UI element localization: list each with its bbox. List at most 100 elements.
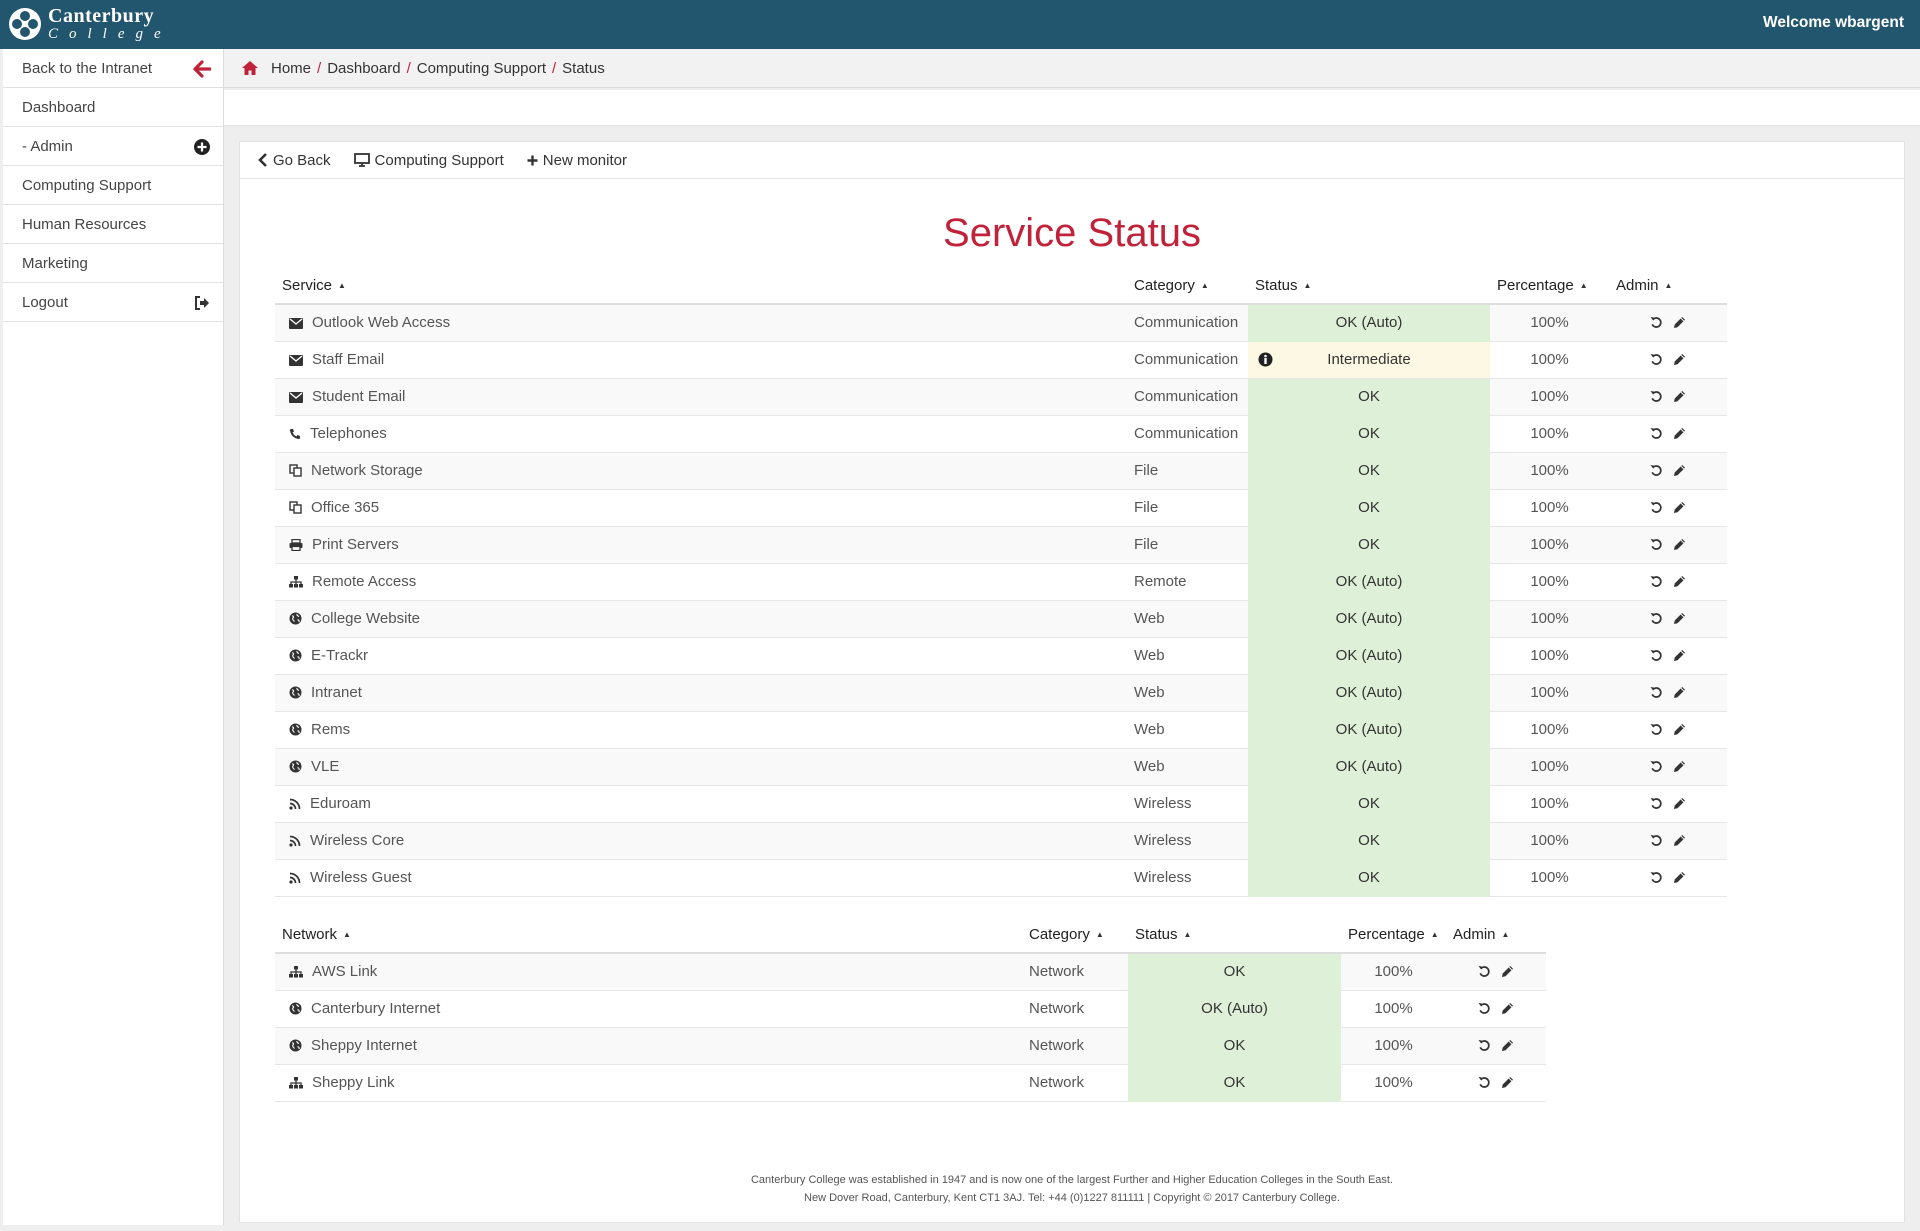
row-name: E-Trackr — [311, 647, 368, 664]
row-percentage: 100% — [1490, 341, 1609, 379]
reset-icon[interactable] — [1645, 869, 1668, 886]
edit-pencil-icon[interactable] — [1496, 1074, 1519, 1091]
breadcrumb-home[interactable]: Home — [271, 60, 311, 77]
breadcrumb-dashboard[interactable]: Dashboard — [327, 60, 400, 77]
sidebar-item-marketing[interactable]: Marketing — [3, 244, 223, 283]
column-header-admin[interactable]: Admin ▲ — [1446, 917, 1546, 954]
breadcrumb-computing-support[interactable]: Computing Support — [417, 60, 546, 77]
edit-pencil-icon[interactable] — [1668, 721, 1691, 738]
welcome-user[interactable]: Welcome wbargent — [1763, 14, 1904, 32]
reset-icon[interactable] — [1473, 1000, 1496, 1017]
reset-icon[interactable] — [1645, 721, 1668, 738]
row-status: OK (Auto) — [1335, 647, 1403, 664]
reset-icon[interactable] — [1645, 758, 1668, 775]
edit-pencil-icon[interactable] — [1668, 758, 1691, 775]
reset-icon[interactable] — [1645, 573, 1668, 590]
sidebar-item-dashboard[interactable]: Dashboard — [3, 88, 223, 127]
table-row: Intranet Web OK (Auto) 100% — [275, 674, 1727, 712]
row-category: Communication — [1127, 304, 1248, 342]
row-status: OK (Auto) — [1335, 610, 1403, 627]
row-name-cell: College Website — [275, 600, 1127, 638]
reset-icon[interactable] — [1473, 1074, 1496, 1091]
column-header-status[interactable]: Status ▲ — [1248, 268, 1490, 305]
edit-pencil-icon[interactable] — [1668, 684, 1691, 701]
go-back-button[interactable]: Go Back — [258, 152, 331, 169]
plus-circle-icon[interactable] — [193, 138, 211, 156]
reset-icon[interactable] — [1645, 499, 1668, 516]
sidebar-item-human-resources[interactable]: Human Resources — [3, 205, 223, 244]
column-header-percentage[interactable]: Percentage ▲ — [1341, 917, 1446, 954]
reset-icon[interactable] — [1645, 536, 1668, 553]
reset-icon[interactable] — [1645, 684, 1668, 701]
row-status: OK — [1223, 1037, 1246, 1054]
breadcrumb-separator: / — [552, 59, 557, 77]
go-back-label: Go Back — [273, 151, 331, 169]
row-status-cell: OK — [1128, 1027, 1341, 1065]
reset-icon[interactable] — [1645, 351, 1668, 368]
column-header-percentage[interactable]: Percentage ▲ — [1490, 268, 1609, 305]
edit-pencil-icon[interactable] — [1668, 832, 1691, 849]
row-status-cell: Intermediate — [1248, 341, 1490, 379]
row-status: OK — [1358, 388, 1380, 405]
row-admin-actions — [1609, 489, 1727, 527]
row-admin-actions — [1609, 526, 1727, 564]
reset-icon[interactable] — [1645, 832, 1668, 849]
reset-icon[interactable] — [1473, 963, 1496, 980]
edit-pencil-icon[interactable] — [1496, 1000, 1519, 1017]
row-name: Intranet — [311, 684, 362, 701]
college-logo[interactable]: Canterbury College — [8, 6, 172, 42]
row-name: Remote Access — [312, 573, 417, 590]
row-admin-actions — [1609, 711, 1727, 749]
computing-support-button[interactable]: Computing Support — [353, 152, 504, 169]
column-header-service[interactable]: Service ▲ — [275, 268, 1127, 305]
edit-pencil-icon[interactable] — [1668, 499, 1691, 516]
reset-icon[interactable] — [1645, 795, 1668, 812]
column-header-category[interactable]: Category ▲ — [1127, 268, 1248, 305]
row-percentage: 100% — [1490, 600, 1609, 638]
sidebar-item-logout[interactable]: Logout — [3, 283, 223, 322]
reset-icon[interactable] — [1645, 647, 1668, 664]
edit-pencil-icon[interactable] — [1668, 647, 1691, 664]
column-header-category[interactable]: Category ▲ — [1022, 917, 1128, 954]
row-name-cell: Wireless Guest — [275, 859, 1127, 897]
edit-pencil-icon[interactable] — [1668, 573, 1691, 590]
reset-icon[interactable] — [1645, 610, 1668, 627]
info-icon[interactable] — [1258, 352, 1273, 371]
globe-icon — [289, 1000, 311, 1017]
reset-icon[interactable] — [1645, 425, 1668, 442]
edit-pencil-icon[interactable] — [1668, 425, 1691, 442]
edit-pencil-icon[interactable] — [1668, 314, 1691, 331]
new-monitor-button[interactable]: New monitor — [527, 152, 627, 169]
sidebar-item-admin[interactable]: - Admin — [3, 127, 223, 166]
column-header-network[interactable]: Network ▲ — [275, 917, 1022, 954]
sidebar-item-computing-support[interactable]: Computing Support — [3, 166, 223, 205]
row-category: Network — [1022, 1027, 1128, 1065]
reset-icon[interactable] — [1645, 462, 1668, 479]
row-admin-actions — [1609, 637, 1727, 675]
column-header-status[interactable]: Status ▲ — [1128, 917, 1341, 954]
table-row: E-Trackr Web OK (Auto) 100% — [275, 637, 1727, 675]
edit-pencil-icon[interactable] — [1668, 388, 1691, 405]
edit-pencil-icon[interactable] — [1668, 610, 1691, 627]
globe-icon — [289, 684, 311, 701]
edit-pencil-icon[interactable] — [1668, 795, 1691, 812]
row-status-cell: OK (Auto) — [1248, 563, 1490, 601]
edit-pencil-icon[interactable] — [1668, 462, 1691, 479]
row-percentage: 100% — [1490, 748, 1609, 786]
sidebar-item-label: Dashboard — [22, 99, 96, 116]
row-name: Wireless Guest — [310, 869, 412, 886]
column-header-admin[interactable]: Admin ▲ — [1609, 268, 1727, 305]
sidebar-item-back-to-intranet[interactable]: Back to the Intranet — [3, 49, 223, 88]
breadcrumb-status: Status — [562, 59, 605, 77]
home-icon[interactable] — [241, 60, 259, 76]
rss-icon — [289, 869, 310, 886]
row-name-cell: Sheppy Link — [275, 1064, 1022, 1102]
edit-pencil-icon[interactable] — [1668, 351, 1691, 368]
reset-icon[interactable] — [1473, 1037, 1496, 1054]
edit-pencil-icon[interactable] — [1496, 963, 1519, 980]
reset-icon[interactable] — [1645, 314, 1668, 331]
edit-pencil-icon[interactable] — [1668, 536, 1691, 553]
edit-pencil-icon[interactable] — [1496, 1037, 1519, 1054]
reset-icon[interactable] — [1645, 388, 1668, 405]
edit-pencil-icon[interactable] — [1668, 869, 1691, 886]
